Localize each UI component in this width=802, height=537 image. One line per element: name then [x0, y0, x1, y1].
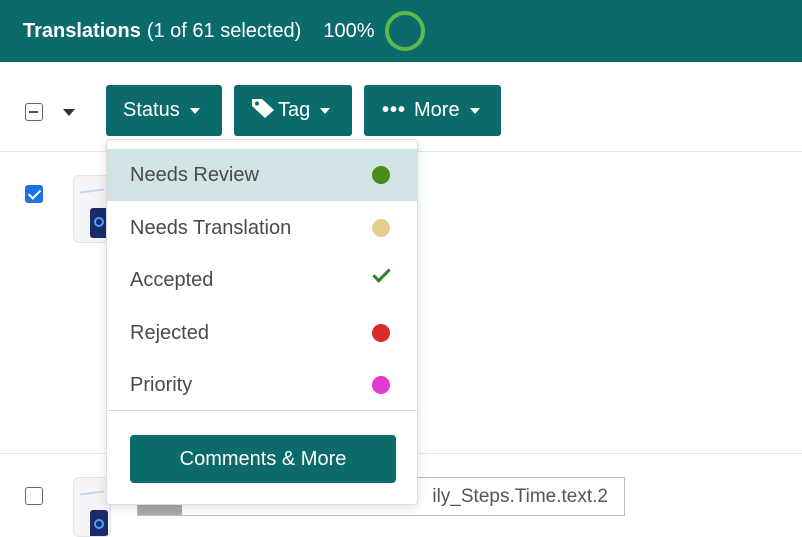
- chevron-down-icon: [189, 107, 200, 114]
- status-option-label: Needs Translation: [130, 216, 292, 239]
- row-checkbox-checked[interactable]: [25, 185, 43, 203]
- status-dot-icon: [372, 166, 390, 184]
- tag-icon: [250, 97, 276, 125]
- ellipsis-icon: •••: [382, 99, 407, 121]
- status-option-priority[interactable]: Priority: [107, 359, 417, 411]
- progress-percent: 100%: [323, 19, 375, 42]
- status-dropdown-menu: Needs Review Needs Translation Accepted …: [106, 139, 418, 505]
- status-option-label: Priority: [130, 373, 193, 396]
- check-icon: [372, 264, 391, 283]
- row-checkbox[interactable]: [25, 487, 43, 505]
- comments-and-more-button[interactable]: Comments & More: [130, 435, 396, 483]
- selection-count: (1 of 61 selected): [146, 19, 302, 42]
- more-button-label: More: [414, 99, 460, 121]
- status-dot-icon: [372, 376, 390, 394]
- page-header: Translations (1 of 61 selected) 100%: [0, 0, 802, 62]
- string-key-text: ily_Steps.Time.text.2: [432, 485, 608, 507]
- tag-button-label: Tag: [278, 99, 311, 121]
- menu-divider: [107, 410, 417, 411]
- status-option-label: Rejected: [130, 321, 209, 344]
- progress-ring-icon: [384, 11, 425, 51]
- chevron-down-icon: [469, 107, 480, 114]
- status-option-label: Needs Review: [130, 163, 259, 186]
- page-title: Translations: [23, 19, 141, 42]
- select-options-chevron-down-icon[interactable]: [63, 109, 75, 116]
- more-button[interactable]: ••• More: [364, 85, 501, 136]
- status-button-label: Status: [123, 99, 180, 121]
- chevron-down-icon: [320, 107, 331, 114]
- status-option-label: Accepted: [130, 268, 214, 291]
- select-all-checkbox[interactable]: [25, 103, 43, 121]
- status-option-accepted[interactable]: Accepted: [107, 254, 417, 306]
- status-dot-icon: [372, 219, 390, 237]
- status-dot-icon: [372, 324, 390, 342]
- tag-button[interactable]: Tag: [234, 85, 352, 136]
- status-option-rejected[interactable]: Rejected: [107, 307, 417, 359]
- status-option-needs-translation[interactable]: Needs Translation: [107, 202, 417, 254]
- status-button[interactable]: Status: [106, 85, 222, 136]
- status-option-needs-review[interactable]: Needs Review: [107, 149, 417, 201]
